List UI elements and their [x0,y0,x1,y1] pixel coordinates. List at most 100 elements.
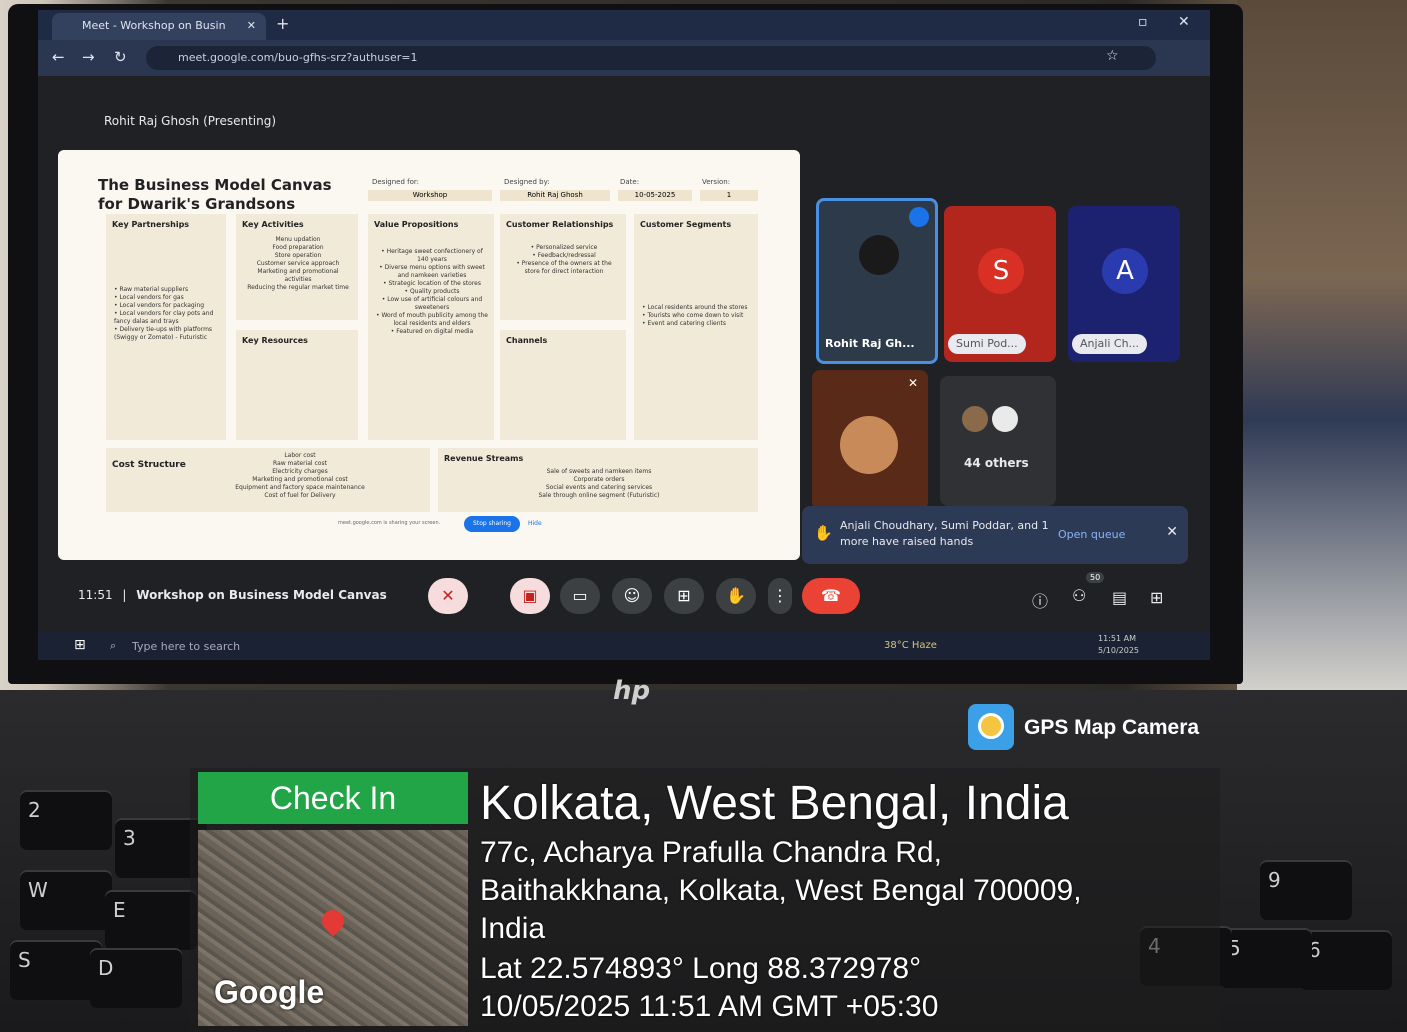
address-input[interactable]: meet.google.com/buo-gfhs-srz?authuser=1 [146,46,1156,70]
camera-toggle-button[interactable]: ▣ [510,578,550,614]
revenue-streams-cell: Revenue Streams Sale of sweets and namke… [438,448,758,512]
info-icon[interactable]: ⓘ [1032,588,1048,612]
hand-icon: ✋ [814,524,833,542]
clock-date: 5/10/2025 [1098,646,1140,655]
shared-slide: The Business Model Canvas for Dwarik's G… [58,150,800,560]
laptop-screen: Meet - Workshop on Busin ✕ + ▫ ✕ ← → ↻ m… [38,10,1210,660]
key-activities-cell: Key Activities Menu updation Food prepar… [236,214,358,320]
key: 9 [1260,860,1352,920]
back-icon[interactable]: ← [52,48,65,66]
chat-icon[interactable]: ▤ [1112,588,1127,607]
cell-title: Customer Segments [640,220,732,229]
open-queue-link[interactable]: Open queue [1058,528,1125,541]
emoji-button[interactable]: ☺ [612,578,652,614]
key-resources-cell: Key Resources [236,330,358,440]
customer-segments-cell: Customer Segments • Local residents arou… [634,214,758,440]
tab-title: Meet - Workshop on Busin [82,19,226,32]
key: S [10,940,102,1000]
avatar [962,406,988,432]
weather-widget[interactable]: 38°C Haze [884,640,937,651]
cell-text: • Local residents around the stores • To… [642,304,748,327]
check-in-label: Check In [198,772,468,824]
close-icon[interactable]: ✕ [247,13,256,39]
avatar [840,416,898,474]
windows-taskbar: ⊞ ⌕ Type here to search 38°C Haze 11:51 … [38,632,1210,660]
date-label: Date: [620,178,640,186]
forward-icon[interactable]: → [82,48,95,66]
cell-text: Labor cost Raw material cost Electricity… [235,452,365,499]
bookmark-star-icon[interactable]: ☆ [1106,48,1119,64]
cell-text: Sale of sweets and namkeen items Corpora… [538,468,660,499]
others-tile[interactable]: 44 others [940,376,1056,506]
reload-icon[interactable]: ↻ [114,48,127,66]
mic-toggle-button[interactable]: ✕ [428,578,468,614]
map-pin-icon [317,905,349,937]
version-value: 1 [700,190,758,201]
cell-text: • Personalized service • Feedback/redres… [516,244,612,275]
maximize-icon[interactable]: ▫ [1138,14,1148,30]
leave-call-button[interactable]: ☎ [802,578,860,614]
participant-name-chip: Sumi Pod... [948,334,1026,354]
designed-for-label: Designed for: [372,178,420,186]
key: E [105,890,197,950]
participant-count-badge: 50 [1086,572,1105,583]
search-icon[interactable]: ⌕ [110,639,116,653]
browser-tab[interactable]: Meet - Workshop on Busin ✕ [52,13,266,40]
customer-relationships-cell: Customer Relationships • Personalized se… [500,214,626,320]
cell-title: Key Activities [242,220,304,229]
lat-long: Lat 22.574893° Long 88.372978° [480,952,922,985]
more-options-button[interactable]: ⋮ [768,578,792,614]
sharing-notice: meet.google.com is sharing your screen. [338,520,441,526]
cell-text: Menu updation Food preparation Store ope… [247,236,349,291]
key: 5 [1220,928,1312,988]
key: W [20,870,112,930]
windows-start-icon[interactable]: ⊞ [74,637,86,653]
taskbar-search-input[interactable]: Type here to search [132,640,240,653]
key-partnerships-cell: Key Partnerships • Raw material supplier… [106,214,226,440]
address-line-1: 77c, Acharya Prafulla Chandra Rd, [480,836,942,869]
address-line-2: Baithakkhana, Kolkata, West Bengal 70000… [480,874,1082,907]
participant-tile-anjali: A Anjali Ch... [1068,206,1180,362]
cell-title: Key Resources [242,336,308,345]
captions-button[interactable]: ▭ [560,578,600,614]
key: 6 [1300,930,1392,990]
cell-title: Key Partnerships [112,220,190,229]
cell-title: Customer Relationships [506,220,614,229]
map-provider-logo: Google [214,974,325,1010]
address-line-3: India [480,912,546,945]
key: D [90,948,182,1008]
separator: | [122,588,127,602]
location-city: Kolkata, West Bengal, India [480,777,1069,830]
camera-lens-icon [978,713,1004,739]
window-close-icon[interactable]: ✕ [1178,14,1190,30]
value-propositions-cell: Value Propositions • Heritage sweet conf… [368,214,494,440]
close-icon[interactable]: ✕ [1166,524,1178,540]
participant-name: Rohit Raj Gh... [825,337,915,350]
cell-title: Revenue Streams [444,454,524,463]
stop-sharing-button[interactable]: Stop sharing [464,516,520,532]
browser-toolbar: ← → ↻ meet.google.com/buo-gfhs-srz?authu… [38,40,1210,76]
gps-app-name: GPS Map Camera [1024,716,1200,739]
mic-off-icon: ✕ [907,376,918,390]
date-value: 10-05-2025 [618,190,692,201]
timestamp: 10/05/2025 11:51 AM GMT +05:30 [480,990,939,1023]
cell-text: • Raw material suppliers • Local vendors… [114,286,214,341]
avatar: A [1102,248,1148,294]
slide-title: The Business Model Canvas for Dwarik's G… [98,176,332,213]
participant-tile-presenter: Rohit Raj Gh... [816,198,938,364]
hp-logo: hp [613,676,651,706]
activities-icon[interactable]: ⊞ [1150,588,1163,607]
cell-title: Cost Structure [112,460,186,470]
designed-for-value: Workshop [368,190,492,201]
new-tab-icon[interactable]: + [276,14,289,33]
designed-by-value: Rohit Raj Ghosh [500,190,610,201]
present-button[interactable]: ⊞ [664,578,704,614]
avatar [992,406,1018,432]
meeting-title: Workshop on Business Model Canvas [136,588,387,602]
hide-button[interactable]: Hide [528,520,542,527]
people-icon[interactable]: ⚇ [1072,586,1086,605]
participant-video [859,235,899,275]
raise-hand-button[interactable]: ✋ [716,578,756,614]
key: 2 [20,790,112,850]
meet-content: Rohit Raj Ghosh (Presenting) The Busines… [38,76,1210,660]
